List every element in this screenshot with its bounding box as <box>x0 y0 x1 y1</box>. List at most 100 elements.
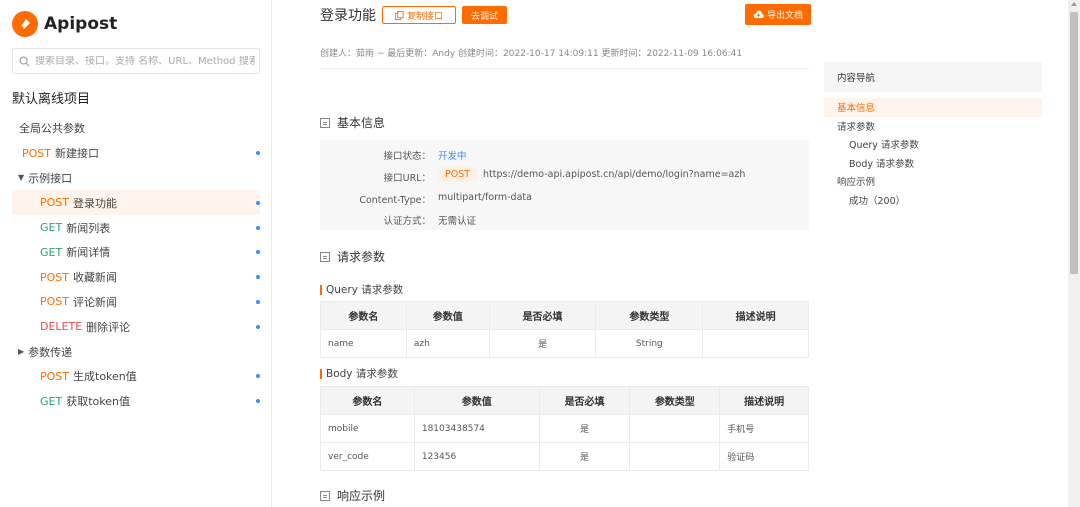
tree-item-label: 新闻详情 <box>66 246 111 260</box>
request-params-heading-text: 请求参数 <box>337 250 386 264</box>
column-header: 是否必填 <box>488 301 597 330</box>
copy-api-button[interactable]: 复制接口 <box>382 6 457 24</box>
content-type-value: multipart/form-data <box>438 192 532 203</box>
tree-item-label: 登录功能 <box>73 196 117 210</box>
tree-item-label: 参数传递 <box>28 345 73 359</box>
table-row: name azh 是 String <box>320 329 809 358</box>
status-dot-icon <box>256 151 260 156</box>
method-label: POST <box>40 270 69 284</box>
search-box[interactable] <box>12 48 260 74</box>
meta-info: 创建人：茹雨 ~ 最后更新：Andy 创建时间：2022-10-17 14:09… <box>320 49 743 59</box>
column-header: 参数名 <box>320 386 415 415</box>
project-title: 默认离线项目 <box>12 92 91 107</box>
toc-item[interactable]: 成功（200） <box>824 191 1042 210</box>
table-cell: name <box>320 329 407 358</box>
method-label: GET <box>40 245 63 259</box>
divider <box>320 68 809 69</box>
tree-item[interactable]: POST 登录功能 <box>12 190 260 216</box>
status-dot-icon <box>256 250 260 255</box>
auth-value: 无需认证 <box>438 216 477 227</box>
brand-logo[interactable]: Apipost <box>12 11 117 37</box>
accent-bar <box>320 284 322 295</box>
document-icon <box>320 490 330 501</box>
status-dot-icon <box>256 399 260 404</box>
table-cell <box>702 329 809 358</box>
tree-item-label: 评论新闻 <box>73 295 117 309</box>
cloud-upload-icon <box>753 10 764 19</box>
scrollbar-thumb[interactable] <box>1070 12 1078 274</box>
tree-item-label: 生成token值 <box>73 370 137 384</box>
status-dot-icon <box>256 324 260 329</box>
tree-item[interactable]: POST 新建接口 <box>0 141 272 166</box>
document-icon <box>320 251 330 262</box>
table-cell: 是 <box>538 414 631 443</box>
apipost-logo-icon <box>12 11 38 37</box>
basic-info-box: 接口状态： 开发中 接口URL： POST https://demo-api.a… <box>320 140 809 230</box>
response-example-heading-text: 响应示例 <box>337 489 386 503</box>
tree-item[interactable]: POST 评论新闻 <box>0 290 272 315</box>
method-label: POST <box>40 196 69 210</box>
method-label: GET <box>40 394 63 408</box>
column-header: 是否必填 <box>538 386 631 415</box>
tree-item-label: 获取token值 <box>66 395 130 409</box>
toc-item[interactable]: 响应示例 <box>824 172 1042 191</box>
toc-item[interactable]: Body 请求参数 <box>824 154 1042 173</box>
caret-down-icon[interactable]: ▼ <box>18 173 24 182</box>
status-dot-icon <box>256 374 260 379</box>
copy-icon <box>395 10 404 20</box>
table-cell: ver_code <box>320 442 415 471</box>
export-doc-button[interactable]: 导出文档 <box>745 4 812 25</box>
tree-item[interactable]: GET 新闻列表 <box>0 215 272 240</box>
status-value-text: 开发中 <box>438 151 467 162</box>
table-cell: 是 <box>538 442 631 471</box>
scroll-up-arrow-icon[interactable] <box>1071 2 1077 6</box>
toc-item[interactable]: 基本信息 <box>824 98 1042 117</box>
table-cell: 手机号 <box>719 414 809 443</box>
tree-item[interactable]: GET 新闻详情 <box>0 240 272 265</box>
url-label: 接口URL： <box>383 173 431 184</box>
status-label: 接口状态： <box>383 151 431 162</box>
tree-item[interactable]: POST 生成token值 <box>0 364 272 389</box>
request-params-heading: 请求参数 <box>320 248 385 265</box>
status-dot-icon <box>256 299 260 304</box>
tree-item-label: 示例接口 <box>28 171 73 185</box>
search-input[interactable] <box>35 55 255 67</box>
basic-info-heading-text: 基本信息 <box>337 116 386 130</box>
toc-item[interactable]: 请求参数 <box>824 117 1042 136</box>
toc-item[interactable]: Query 请求参数 <box>824 135 1042 154</box>
query-params-heading: Query 请求参数 <box>320 282 403 297</box>
content-type-label: Content-Type： <box>359 195 431 206</box>
tree-item[interactable]: DELETE 删除评论 <box>0 314 272 339</box>
table-cell: 123456 <box>413 442 540 471</box>
url-text[interactable]: https://demo-api.apipost.cn/api/demo/log… <box>483 169 745 180</box>
tree-item-label: 新建接口 <box>55 147 99 161</box>
api-tree: 全局公共参数 POST 新建接口 ▼ 示例接口 POST 登录功能 GET 新闻列表 GET 新闻详… <box>0 116 272 414</box>
body-params-table: 参数名 参数值 是否必填 参数类型 描述说明 mobile 18103438574 是 手机号… <box>320 386 809 471</box>
debug-button[interactable]: 去调试 <box>462 6 508 24</box>
status-dot-icon <box>256 225 260 230</box>
column-header: 参数值 <box>413 386 540 415</box>
method-label: DELETE <box>40 320 83 334</box>
table-header-row: 参数名 参数值 是否必填 参数类型 描述说明 <box>320 386 809 415</box>
tree-item-label: 全局公共参数 <box>19 122 85 136</box>
query-params-table: 参数名 参数值 是否必填 参数类型 描述说明 name azh 是 String <box>320 301 809 358</box>
table-cell: 18103438574 <box>413 414 540 443</box>
table-cell <box>629 442 721 471</box>
status-dot-icon <box>256 200 260 205</box>
tree-item[interactable]: GET 获取token值 <box>0 389 272 414</box>
tree-item[interactable]: 全局公共参数 <box>0 116 272 141</box>
column-header: 参数值 <box>405 301 490 330</box>
folder-item[interactable]: ▶ 参数传递 <box>0 339 272 364</box>
caret-right-icon[interactable]: ▶ <box>18 347 24 356</box>
status-value: 开发中 <box>438 148 467 162</box>
column-header: 描述说明 <box>702 301 809 330</box>
page-title: 登录功能 <box>320 8 376 24</box>
tree-item-label: 收藏新闻 <box>73 271 117 285</box>
tree-item-label: 新闻列表 <box>66 221 111 235</box>
tree-item[interactable]: POST 收藏新闻 <box>0 265 272 290</box>
method-label: POST <box>40 295 69 309</box>
toc-list: 基本信息 请求参数 Query 请求参数 Body 请求参数 响应示例 成功（200） <box>824 98 1042 209</box>
debug-label: 去调试 <box>471 10 499 21</box>
toc-heading: 内容导航 <box>824 62 1042 92</box>
folder-item[interactable]: ▼ 示例接口 <box>0 166 272 191</box>
